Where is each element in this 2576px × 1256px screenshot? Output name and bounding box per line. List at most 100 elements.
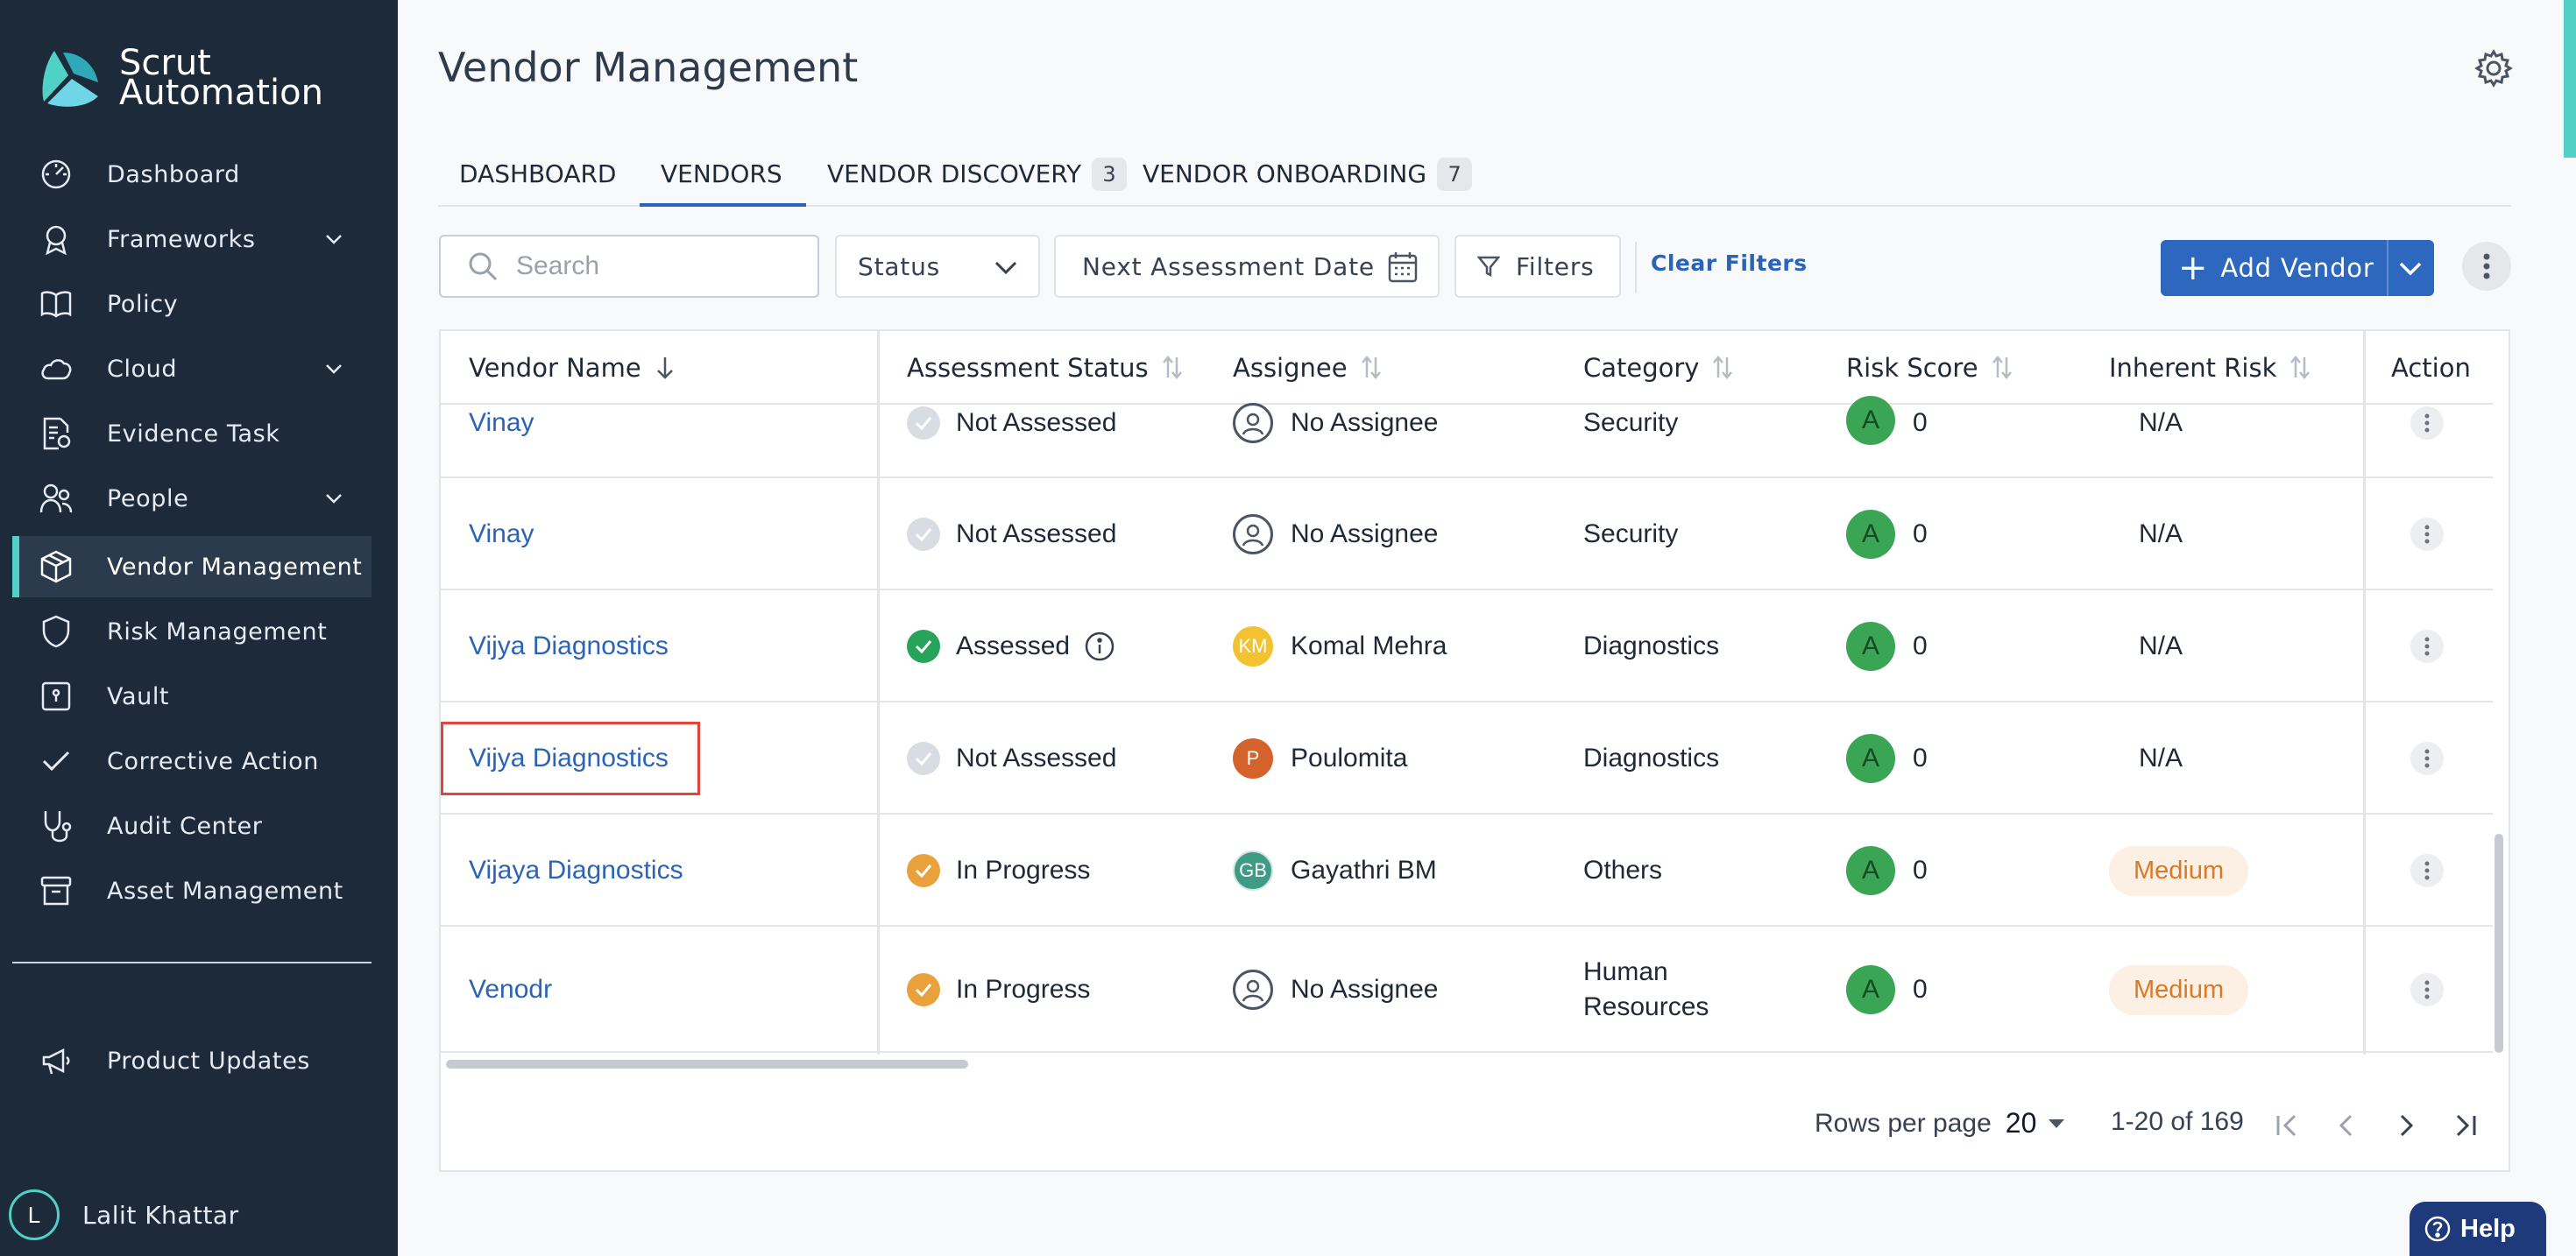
assignee[interactable]: KM Komal Mehra	[1233, 590, 1447, 702]
previous-page-icon[interactable]	[2333, 1112, 2360, 1139]
gear-icon[interactable]	[2474, 49, 2513, 88]
vendor-name-link[interactable]: Vijaya Diagnostics	[469, 856, 683, 886]
sidebar-item-dashboard[interactable]: Dashboard	[12, 144, 372, 205]
status-dropdown[interactable]: Status	[835, 235, 1040, 298]
shield-icon	[39, 614, 74, 649]
sort-icon	[1361, 356, 1381, 379]
sidebar-item-product-updates[interactable]: Product Updates	[12, 1030, 372, 1091]
sort-icon	[1162, 356, 1182, 379]
assessment-status: Not Assessed	[907, 405, 1116, 441]
row-actions-button[interactable]	[2410, 973, 2444, 1006]
table-row[interactable]: Vijya Diagnostics Assessed KM Komal Mehr…	[441, 590, 2493, 702]
sidebar-item-audit-center[interactable]: Audit Center	[12, 795, 372, 857]
row-actions-button[interactable]	[2410, 518, 2444, 551]
column-header-risk-score[interactable]: Risk Score	[1846, 331, 2013, 405]
sidebar-item-label: Asset Management	[107, 877, 343, 905]
check-icon	[39, 744, 74, 779]
status-assessed-icon	[907, 630, 940, 663]
table-row[interactable]: Venodr In Progress No Assignee Human Res…	[441, 927, 2493, 1053]
column-header-vendor-name[interactable]: Vendor Name	[469, 331, 676, 405]
user-profile[interactable]: L Lalit Khattar	[9, 1189, 239, 1240]
avatar: L	[9, 1189, 60, 1240]
sidebar-item-corrective-action[interactable]: Corrective Action	[12, 730, 372, 792]
evidence-icon	[39, 416, 74, 451]
brand-logo[interactable]: Scrut Automation	[37, 44, 323, 112]
risk-grade-badge: A	[1846, 965, 1895, 1014]
vendor-name-link[interactable]: Vijya Diagnostics	[469, 632, 669, 661]
sidebar-item-vault[interactable]: Vault	[12, 666, 372, 727]
vertical-scrollbar[interactable]	[2495, 834, 2503, 1053]
user-placeholder-icon	[1233, 403, 1273, 443]
help-button[interactable]: Help	[2410, 1202, 2546, 1256]
table-row[interactable]: Vinay Not Assessed No Assignee Security …	[441, 396, 2493, 478]
sidebar-item-people[interactable]: People	[12, 468, 372, 529]
next-page-icon[interactable]	[2393, 1112, 2419, 1139]
last-page-icon[interactable]	[2452, 1112, 2479, 1139]
column-header-assessment-status[interactable]: Assessment Status	[907, 331, 1184, 405]
row-actions-button[interactable]	[2410, 630, 2444, 663]
row-actions-button[interactable]	[2410, 406, 2444, 440]
sidebar-item-evidence-task[interactable]: Evidence Task	[12, 403, 372, 464]
add-vendor-button[interactable]: + Add Vendor	[2161, 240, 2434, 296]
sidebar-item-label: Vendor Management	[107, 553, 363, 581]
column-header-assignee[interactable]: Assignee	[1233, 331, 1383, 405]
sidebar-item-policy[interactable]: Policy	[12, 273, 372, 335]
avatar: P	[1233, 738, 1273, 779]
info-icon[interactable]	[1084, 631, 1115, 662]
sidebar-divider	[12, 962, 372, 963]
rows-per-page[interactable]: Rows per page 20	[1815, 1107, 2066, 1140]
column-header-inherent-risk[interactable]: Inherent Risk	[2109, 331, 2311, 405]
table-row[interactable]: Vijaya Diagnostics In Progress GB Gayath…	[441, 815, 2493, 927]
vendor-name-link[interactable]: Vinay	[469, 408, 534, 438]
horizontal-scrollbar[interactable]	[446, 1060, 968, 1069]
table-row[interactable]: Vijya Diagnostics Not Assessed P Poulomi…	[441, 702, 2493, 815]
sort-icon	[1713, 356, 1733, 379]
search-input[interactable]	[516, 251, 779, 281]
assignee[interactable]: No Assignee	[1233, 403, 1438, 443]
first-page-icon[interactable]	[2274, 1112, 2300, 1139]
sidebar-item-vendor-management[interactable]: Vendor Management	[12, 536, 372, 597]
assignee[interactable]: No Assignee	[1233, 478, 1438, 590]
status-label: In Progress	[956, 856, 1091, 885]
chevron-down-icon[interactable]	[322, 357, 345, 380]
row-actions-button[interactable]	[2410, 742, 2444, 775]
risk-grade-badge: A	[1846, 846, 1895, 895]
chevron-down-icon[interactable]	[322, 228, 345, 250]
clear-filters-link[interactable]: Clear Filters	[1651, 250, 1808, 276]
scrut-logo-icon	[42, 51, 98, 107]
tab-vendor-discovery[interactable]: VENDOR DISCOVERY 3	[827, 149, 1128, 205]
column-label: Category	[1583, 353, 1700, 383]
column-header-category[interactable]: Category	[1583, 331, 1734, 405]
split-divider	[2387, 240, 2388, 296]
assignee[interactable]: No Assignee	[1233, 927, 1438, 1053]
tab-dashboard[interactable]: DASHBOARD	[459, 149, 616, 205]
assignee[interactable]: GB Gayathri BM	[1233, 815, 1437, 927]
assignee[interactable]: P Poulomita	[1233, 702, 1407, 815]
column-label: Action	[2391, 353, 2471, 383]
chevron-down-icon[interactable]	[2397, 257, 2424, 279]
tab-vendors[interactable]: VENDORS	[661, 149, 782, 205]
rows-per-page-label: Rows per page	[1815, 1108, 1992, 1138]
sidebar-item-risk-management[interactable]: Risk Management	[12, 601, 372, 662]
sidebar-item-asset-management[interactable]: Asset Management	[12, 860, 372, 921]
filters-button[interactable]: Filters	[1454, 235, 1621, 298]
chevron-down-icon[interactable]	[322, 487, 345, 510]
row-actions-button[interactable]	[2410, 854, 2444, 887]
sidebar-item-frameworks[interactable]: Frameworks	[12, 208, 372, 270]
sidebar-item-cloud[interactable]: Cloud	[12, 338, 372, 399]
stethoscope-icon	[39, 808, 74, 843]
page-scrollbar[interactable]	[2564, 0, 2576, 158]
table-row[interactable]: Vinay Not Assessed No Assignee Security …	[441, 478, 2493, 590]
megaphone-icon	[39, 1043, 74, 1078]
more-options-button[interactable]	[2462, 242, 2511, 291]
category: Others	[1583, 856, 1663, 885]
status-label: In Progress	[956, 975, 1091, 1004]
risk-score: A 0	[1846, 396, 1928, 445]
highlighted-vendor-cell	[441, 722, 700, 795]
vendor-name-link[interactable]: Venodr	[469, 975, 552, 1005]
search-box[interactable]	[439, 235, 819, 298]
count-badge: 7	[1437, 158, 1473, 191]
tab-vendor-onboarding[interactable]: VENDOR ONBOARDING 7	[1143, 149, 1473, 205]
next-assessment-date-picker[interactable]: Next Assessment Date	[1054, 235, 1440, 298]
vendor-name-link[interactable]: Vinay	[469, 519, 534, 549]
